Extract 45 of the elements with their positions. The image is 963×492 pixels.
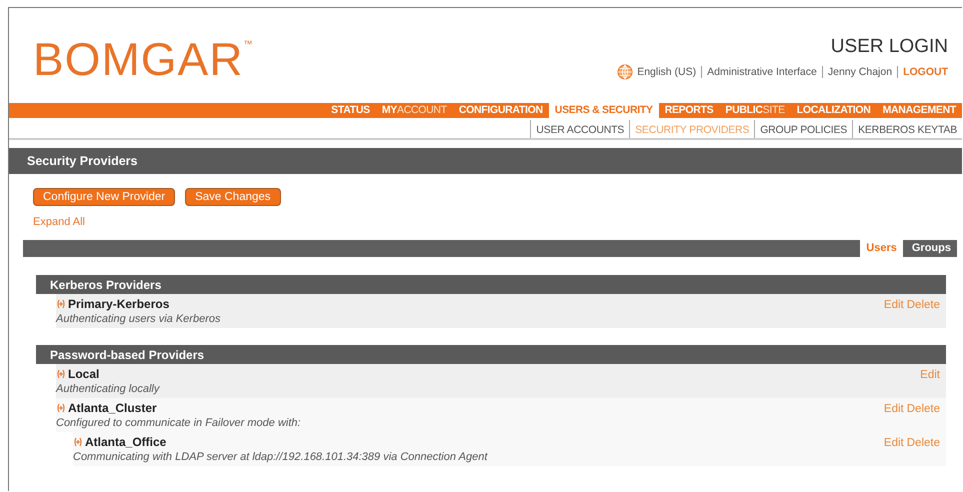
nav-tab[interactable]: REPORTS [658,103,720,118]
provider-name: Primary-Kerberos [68,297,170,311]
provider-name: Atlanta_Office [85,435,166,449]
provider-name: Local [68,367,100,381]
expand-all-link[interactable]: Expand All [33,216,85,228]
nav-tab[interactable]: PUBLICSITE [719,103,791,118]
globe-icon[interactable] [617,64,634,80]
group-title: Password-based Providers [50,348,204,362]
expand-icon[interactable] [56,369,66,379]
action-link[interactable]: Delete [906,403,940,415]
header-text: Jenny Chajon [828,66,892,78]
nav-tab[interactable]: USERS & SECURITY [548,103,659,121]
provider-description: Authenticating users via Kerberos [56,313,220,325]
subnav-tab[interactable]: GROUP POLICIES [754,120,852,138]
section-title: Security Providers [27,154,138,168]
provider-description: Authenticating locally [56,383,160,395]
logo: BOMGAR$^{™}$ [33,36,254,82]
nav-tab[interactable]: STATUS [325,103,376,118]
action-button[interactable]: Save Changes [185,188,281,206]
nav-tab[interactable]: MYACCOUNT [376,103,453,118]
expand-icon[interactable] [73,437,83,447]
nav-tab[interactable]: MANAGEMENT [876,103,962,118]
action-link[interactable]: Edit [884,437,904,449]
expand-icon[interactable] [56,299,66,309]
logout-link[interactable]: LOGOUT [903,66,948,78]
action-link[interactable]: Edit [884,299,904,311]
subnav-tab[interactable]: KERBEROS KEYTAB [852,120,962,138]
header-text: Administrative Interface [707,66,817,78]
page-title: USER LOGIN [830,36,948,58]
nav-tab[interactable]: LOCALIZATION [790,103,877,118]
action-link[interactable]: Delete [906,299,940,311]
view-tab[interactable]: Users [860,240,903,257]
action-link[interactable]: Edit [920,369,940,381]
action-button[interactable]: Configure New Provider [33,188,176,206]
subnav-tab[interactable]: USER ACCOUNTS [530,120,630,138]
subnav-tab[interactable]: SECURITY PROVIDERS [629,120,754,138]
nav-tab[interactable]: CONFIGURATION [452,103,549,118]
provider-name: Atlanta_Cluster [68,401,157,415]
group-title: Kerberos Providers [50,278,162,292]
expand-icon[interactable] [56,403,66,413]
provider-description: Configured to communicate in Failover mode with: [56,417,301,429]
action-link[interactable]: Edit [884,403,904,415]
language-link[interactable]: English (US) [637,66,696,78]
provider-description: Communicating with LDAP server at ldap://192.168.101.34:389 via Connection Agent [73,451,488,463]
action-link[interactable]: Delete [906,437,940,449]
